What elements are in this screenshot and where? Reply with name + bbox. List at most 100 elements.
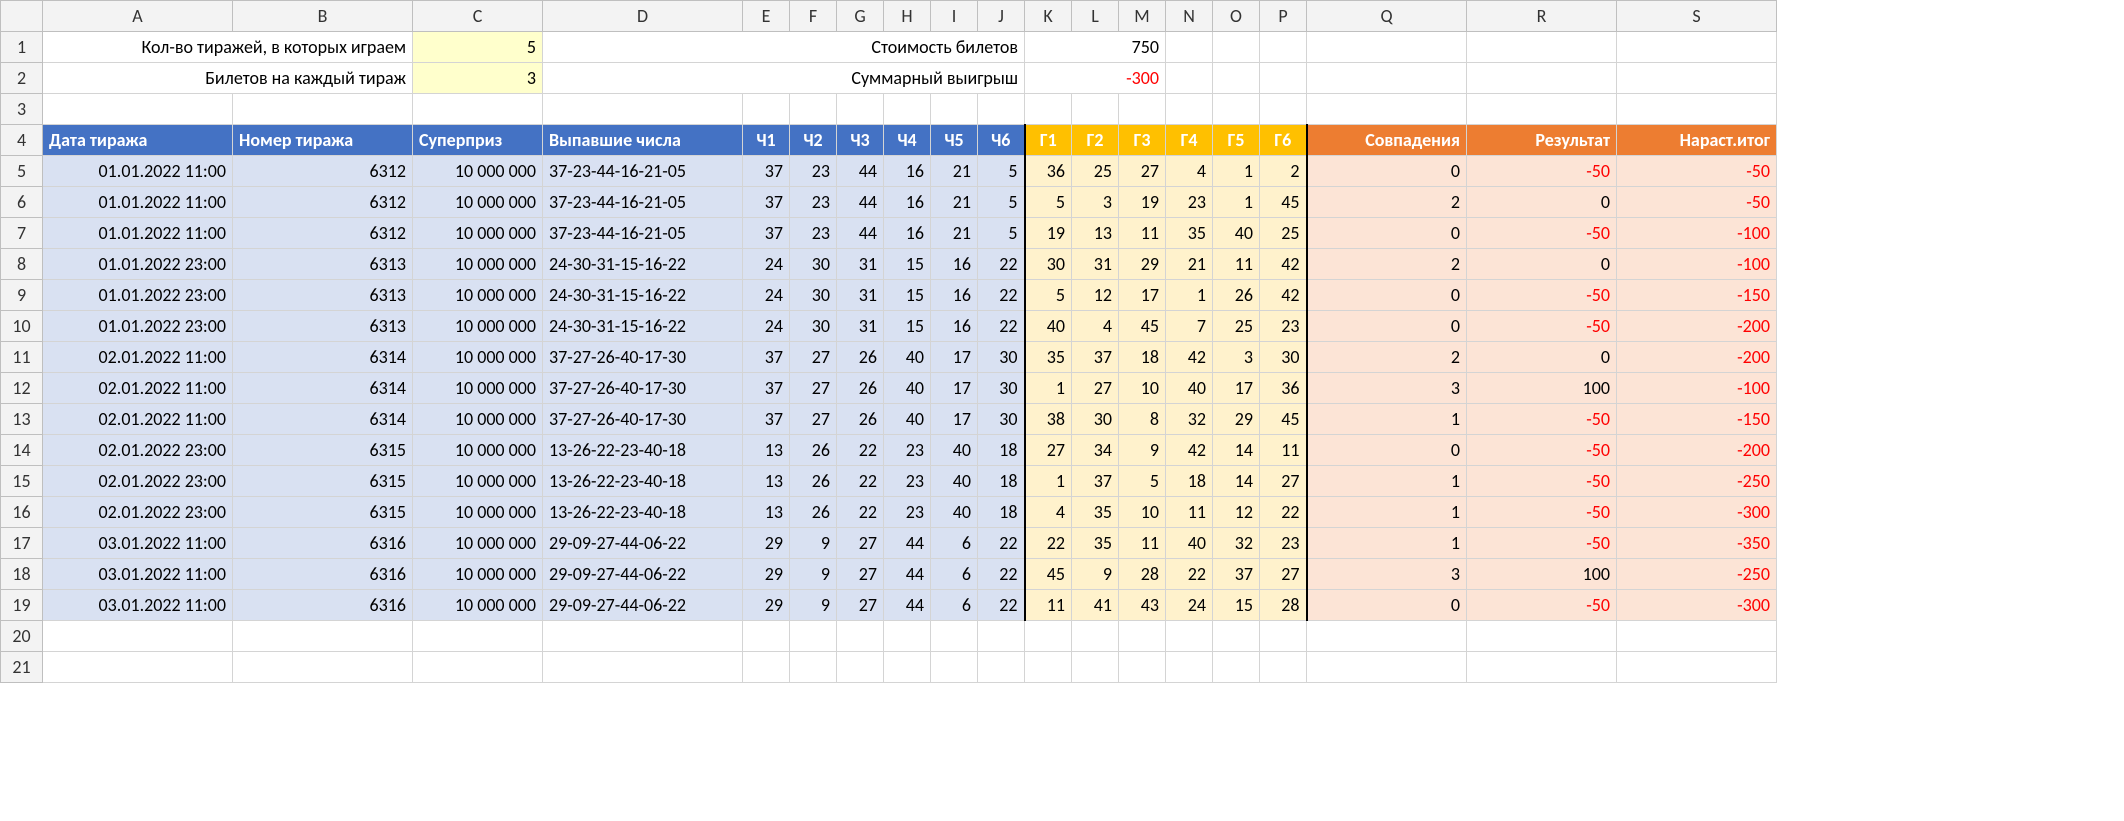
row-header-5[interactable]: 5 bbox=[1, 156, 43, 187]
cell-g5[interactable]: 11 bbox=[1213, 249, 1260, 280]
cell-num[interactable]: 6316 bbox=[233, 590, 413, 621]
hdr-ch4[interactable]: Ч4 bbox=[884, 125, 931, 156]
cell-drawn[interactable]: 29-09-27-44-06-22 bbox=[543, 528, 743, 559]
col-header-G[interactable]: G bbox=[837, 1, 884, 32]
cell-Q1[interactable] bbox=[1307, 32, 1467, 63]
row-header-8[interactable]: 8 bbox=[1, 249, 43, 280]
cell-prize[interactable]: 10 000 000 bbox=[413, 528, 543, 559]
cell-g5[interactable]: 3 bbox=[1213, 342, 1260, 373]
cell-ch3[interactable]: 27 bbox=[837, 559, 884, 590]
cell-g3[interactable]: 11 bbox=[1119, 218, 1166, 249]
col-header-N[interactable]: N bbox=[1166, 1, 1213, 32]
cell-ch1[interactable]: 37 bbox=[743, 404, 790, 435]
cell-r3c1[interactable] bbox=[233, 94, 413, 125]
cell-prize[interactable]: 10 000 000 bbox=[413, 218, 543, 249]
cell-r3c3[interactable] bbox=[543, 94, 743, 125]
cell-r20c1[interactable] bbox=[233, 621, 413, 652]
cell-g2[interactable]: 35 bbox=[1072, 497, 1119, 528]
cell-g4[interactable]: 35 bbox=[1166, 218, 1213, 249]
cell-ch3[interactable]: 44 bbox=[837, 187, 884, 218]
cell-r3c8[interactable] bbox=[931, 94, 978, 125]
cell-g4[interactable]: 40 bbox=[1166, 373, 1213, 404]
cell-ch6[interactable]: 5 bbox=[978, 218, 1025, 249]
cell-res[interactable]: -50 bbox=[1467, 466, 1617, 497]
cell-r3c14[interactable] bbox=[1213, 94, 1260, 125]
cell-ch6[interactable]: 30 bbox=[978, 373, 1025, 404]
cell-date[interactable]: 03.01.2022 11:00 bbox=[43, 559, 233, 590]
hdr-ch5[interactable]: Ч5 bbox=[931, 125, 978, 156]
cell-R2[interactable] bbox=[1467, 63, 1617, 94]
cell-drawn[interactable]: 24-30-31-15-16-22 bbox=[543, 280, 743, 311]
cell-g5[interactable]: 1 bbox=[1213, 187, 1260, 218]
hdr-ch2[interactable]: Ч2 bbox=[790, 125, 837, 156]
cell-ch4[interactable]: 40 bbox=[884, 404, 931, 435]
cell-g2[interactable]: 35 bbox=[1072, 528, 1119, 559]
cell-g1[interactable]: 45 bbox=[1025, 559, 1072, 590]
cell-ch3[interactable]: 26 bbox=[837, 373, 884, 404]
hdr-date[interactable]: Дата тиража bbox=[43, 125, 233, 156]
cell-g6[interactable]: 45 bbox=[1260, 187, 1307, 218]
cell-cum[interactable]: -200 bbox=[1617, 435, 1777, 466]
cell-r3c16[interactable] bbox=[1307, 94, 1467, 125]
hdr-ch1[interactable]: Ч1 bbox=[743, 125, 790, 156]
cell-match[interactable]: 2 bbox=[1307, 187, 1467, 218]
cell-g3[interactable]: 10 bbox=[1119, 497, 1166, 528]
cell-g1[interactable]: 38 bbox=[1025, 404, 1072, 435]
col-header-S[interactable]: S bbox=[1617, 1, 1777, 32]
cell-r20c16[interactable] bbox=[1307, 621, 1467, 652]
cell-r3c0[interactable] bbox=[43, 94, 233, 125]
cell-ch2[interactable]: 9 bbox=[790, 590, 837, 621]
cell-r3c5[interactable] bbox=[790, 94, 837, 125]
cell-ch3[interactable]: 22 bbox=[837, 435, 884, 466]
cell-ch5[interactable]: 40 bbox=[931, 435, 978, 466]
cell-r21c18[interactable] bbox=[1617, 652, 1777, 683]
cell-ch3[interactable]: 26 bbox=[837, 342, 884, 373]
cell-ch3[interactable]: 31 bbox=[837, 280, 884, 311]
cell-O2[interactable] bbox=[1213, 63, 1260, 94]
cell-drawn[interactable]: 37-27-26-40-17-30 bbox=[543, 404, 743, 435]
cell-g6[interactable]: 25 bbox=[1260, 218, 1307, 249]
cell-g1[interactable]: 40 bbox=[1025, 311, 1072, 342]
cell-res[interactable]: -50 bbox=[1467, 435, 1617, 466]
cell-ch5[interactable]: 21 bbox=[931, 218, 978, 249]
cell-drawn[interactable]: 29-09-27-44-06-22 bbox=[543, 559, 743, 590]
cell-g6[interactable]: 42 bbox=[1260, 280, 1307, 311]
select-all-corner[interactable] bbox=[1, 1, 43, 32]
cell-date[interactable]: 02.01.2022 23:00 bbox=[43, 466, 233, 497]
cell-g1[interactable]: 5 bbox=[1025, 187, 1072, 218]
cell-cum[interactable]: -300 bbox=[1617, 590, 1777, 621]
cell-ch1[interactable]: 13 bbox=[743, 497, 790, 528]
col-header-F[interactable]: F bbox=[790, 1, 837, 32]
cell-prize[interactable]: 10 000 000 bbox=[413, 156, 543, 187]
cell-ch2[interactable]: 26 bbox=[790, 466, 837, 497]
cell-prize[interactable]: 10 000 000 bbox=[413, 249, 543, 280]
cell-g3[interactable]: 43 bbox=[1119, 590, 1166, 621]
cell-num[interactable]: 6312 bbox=[233, 187, 413, 218]
cell-prize[interactable]: 10 000 000 bbox=[413, 280, 543, 311]
cell-match[interactable]: 0 bbox=[1307, 435, 1467, 466]
col-header-E[interactable]: E bbox=[743, 1, 790, 32]
cell-date[interactable]: 01.01.2022 11:00 bbox=[43, 218, 233, 249]
row-header-13[interactable]: 13 bbox=[1, 404, 43, 435]
cell-g5[interactable]: 40 bbox=[1213, 218, 1260, 249]
cell-P1[interactable] bbox=[1260, 32, 1307, 63]
cell-drawn[interactable]: 37-23-44-16-21-05 bbox=[543, 187, 743, 218]
cell-g6[interactable]: 23 bbox=[1260, 311, 1307, 342]
cell-drawn[interactable]: 37-23-44-16-21-05 bbox=[543, 218, 743, 249]
cell-r21c12[interactable] bbox=[1119, 652, 1166, 683]
hdr-ch3[interactable]: Ч3 bbox=[837, 125, 884, 156]
cell-ch4[interactable]: 16 bbox=[884, 187, 931, 218]
cell-r3c15[interactable] bbox=[1260, 94, 1307, 125]
row-header-3[interactable]: 3 bbox=[1, 94, 43, 125]
hdr-drawn[interactable]: Выпавшие числа bbox=[543, 125, 743, 156]
cell-ch3[interactable]: 44 bbox=[837, 156, 884, 187]
cell-num[interactable]: 6313 bbox=[233, 249, 413, 280]
cell-r3c10[interactable] bbox=[1025, 94, 1072, 125]
cell-match[interactable]: 1 bbox=[1307, 404, 1467, 435]
cell-g2[interactable]: 27 bbox=[1072, 373, 1119, 404]
cell-res[interactable]: 0 bbox=[1467, 249, 1617, 280]
cell-ch6[interactable]: 5 bbox=[978, 187, 1025, 218]
cell-g4[interactable]: 40 bbox=[1166, 528, 1213, 559]
cell-g4[interactable]: 42 bbox=[1166, 342, 1213, 373]
col-header-J[interactable]: J bbox=[978, 1, 1025, 32]
